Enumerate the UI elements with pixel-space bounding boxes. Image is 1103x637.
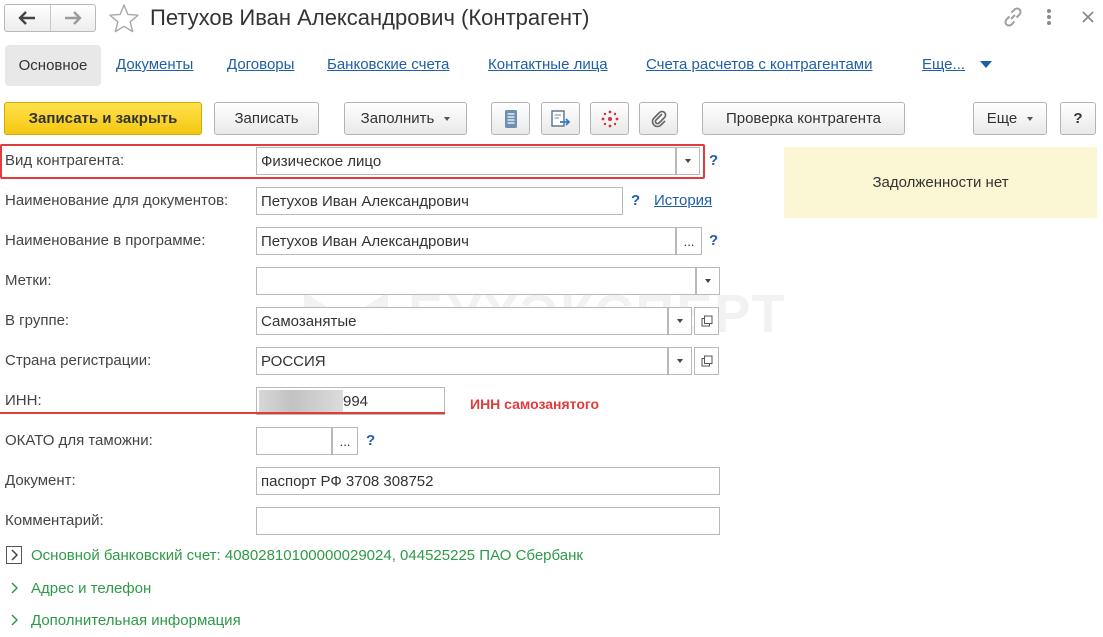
group-open-button[interactable] [694,307,719,335]
structure-icon [601,110,618,127]
okato-picker-button[interactable]: ... [332,427,358,455]
attachment-icon [651,110,666,127]
bank-account-group-label: Основной банковский счет: 40802810100000… [31,546,583,564]
star-icon [109,4,139,33]
tab-contact-persons[interactable]: Контактные лица [488,55,608,75]
prog-name-help[interactable]: ? [709,231,718,251]
chevron-right-icon [6,579,22,597]
close-button[interactable] [1078,6,1098,32]
okato-help[interactable]: ? [366,431,375,451]
kind-highlight-frame [0,144,705,179]
chevron-right-icon [6,611,22,629]
prog-name-label: Наименование в программе: [5,232,206,249]
inn-input[interactable]: 994 [256,387,445,415]
document-input[interactable]: паспорт РФ 3708 308752 [256,467,720,495]
exchange-button[interactable] [541,102,580,135]
navigation-buttons [4,4,96,32]
tags-dropdown-button[interactable] [696,267,720,295]
close-icon [1082,11,1094,23]
tab-settlement-accounts[interactable]: Счета расчетов с контрагентами [646,55,872,75]
country-dropdown-button[interactable] [668,347,692,375]
caret-down-icon [444,116,451,121]
comment-label: Комментарий: [5,512,104,529]
copy-link-button[interactable] [1002,6,1024,32]
fill-button-label: Заполнить [360,110,435,127]
exchange-icon [550,109,570,127]
additional-info-group[interactable]: Дополнительная информация [6,611,241,629]
country-label: Страна регистрации: [5,352,152,369]
inn-visible-digits: 994 [343,392,369,410]
help-button[interactable]: ? [1060,102,1096,135]
report-icon [504,109,517,128]
more-button[interactable]: Еще [973,102,1047,135]
chevron-right-icon [6,546,22,564]
check-counterparty-button[interactable]: Проверка контрагента [702,102,905,135]
window-title: Петухов Иван Александрович (Контрагент) [150,5,590,30]
tags-select[interactable] [256,267,696,295]
save-button[interactable]: Записать [214,102,319,135]
inn-highlight-underline [0,412,445,414]
arrow-left-icon [18,11,36,25]
doc-name-help[interactable]: ? [631,191,640,211]
attachments-button[interactable] [639,102,678,135]
bank-account-group[interactable]: Основной банковский счет: 40802810100000… [6,546,583,564]
tab-bank-accounts[interactable]: Банковские счета [327,55,449,75]
fill-button[interactable]: Заполнить [344,102,467,135]
inn-annotation: ИНН самозанятого [470,396,600,412]
tab-contracts[interactable]: Договоры [227,55,294,75]
additional-info-group-label: Дополнительная информация [31,611,241,629]
okato-input[interactable] [256,427,332,455]
report-button[interactable] [491,102,530,135]
open-window-icon [701,315,712,327]
group-select[interactable]: Самозанятые [256,307,668,335]
more-actions-button[interactable] [1044,6,1054,32]
country-select[interactable]: РОССИЯ [256,347,668,375]
group-dropdown-button[interactable] [668,307,692,335]
kind-help[interactable]: ? [709,151,718,171]
history-link[interactable]: История [654,191,712,211]
open-window-icon [701,355,712,367]
arrow-right-icon [64,11,82,25]
address-phone-group-label: Адрес и телефон [31,579,152,597]
tab-main[interactable]: Основное [5,45,101,86]
kebab-menu-icon [1047,9,1051,25]
structure-button[interactable] [590,102,629,135]
prog-name-input[interactable]: Петухов Иван Александрович [256,227,676,255]
tab-more[interactable]: Еще... [922,55,965,75]
address-phone-group[interactable]: Адрес и телефон [6,579,151,597]
save-and-close-button[interactable]: Записать и закрыть [4,102,202,135]
group-label: В группе: [5,312,70,329]
favorite-button[interactable] [108,3,140,37]
inn-redacted-digits [259,390,343,412]
tab-more-arrow-icon[interactable] [980,61,992,68]
link-icon [1004,7,1022,27]
document-label: Документ: [5,472,76,489]
prog-name-picker-button[interactable]: ... [676,227,702,255]
back-button[interactable] [5,5,50,31]
caret-down-icon [1027,116,1034,121]
okato-label: ОКАТО для таможни: [5,432,153,449]
doc-name-label: Наименование для документов: [5,192,229,209]
debt-status-panel: Задолженности нет [784,147,1097,218]
doc-name-input[interactable]: Петухов Иван Александрович [256,187,623,215]
tab-documents[interactable]: Документы [116,55,193,75]
comment-input[interactable] [256,507,720,535]
country-open-button[interactable] [694,347,719,375]
more-button-label: Еще [986,110,1018,127]
tags-label: Метки: [5,272,52,289]
forward-button[interactable] [49,5,96,31]
inn-label: ИНН: [5,392,42,409]
